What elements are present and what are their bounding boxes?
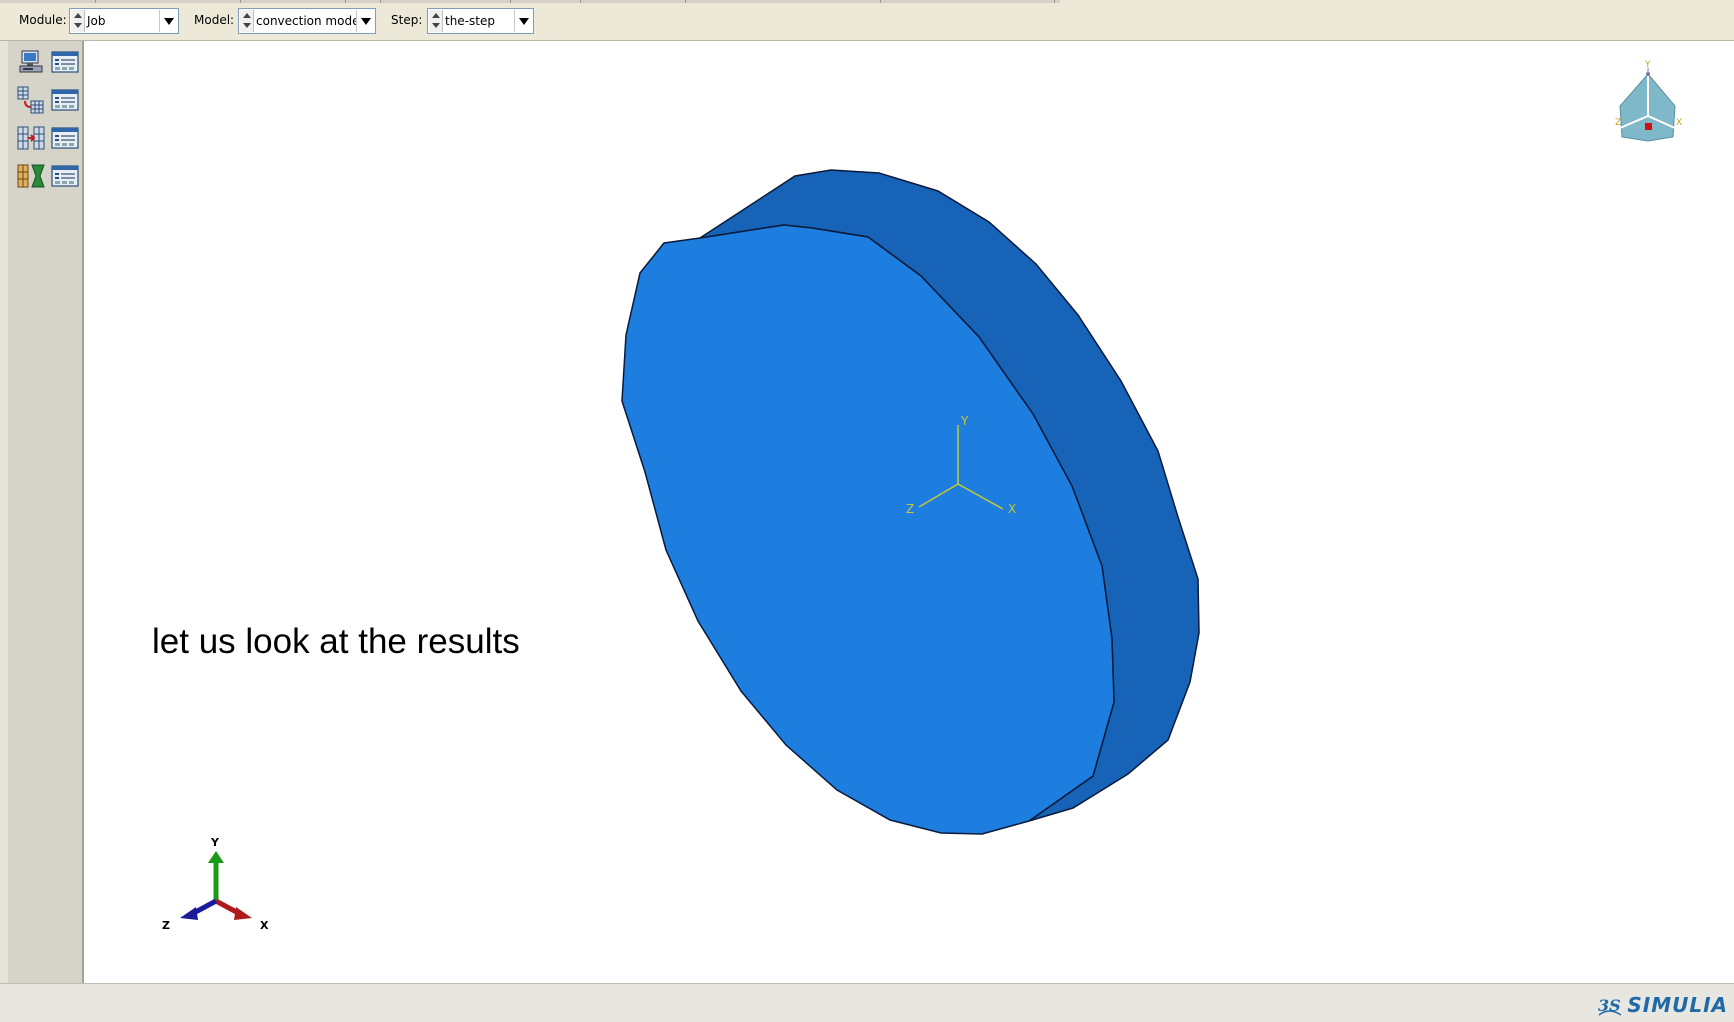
triad-z-label: Z (162, 919, 170, 932)
optimization-create-icon[interactable] (16, 161, 46, 191)
viewcube-x-label: X (1676, 118, 1682, 128)
module-value: Job (87, 14, 106, 28)
model-value: convection model (256, 14, 363, 28)
job-toolbox (8, 41, 84, 983)
adaptivity-create-icon[interactable] (16, 85, 46, 115)
csys-y-label: Y (960, 414, 969, 428)
adaptivity-manager-icon[interactable] (50, 85, 80, 115)
viewport[interactable]: Y X Z Y X Z Y X Z let us look at the res… (84, 41, 1734, 983)
model-label: Model: (194, 13, 235, 27)
model-combo[interactable]: convection model (238, 8, 376, 34)
simulia-logo: 3S SIMULIA (1597, 992, 1728, 1018)
module-spinner[interactable] (71, 10, 85, 32)
step-combo[interactable]: the-step (427, 8, 534, 34)
step-label: Step: (391, 13, 423, 27)
annotation-text: let us look at the results (152, 622, 520, 661)
view-cube-icon[interactable]: Y X Z (1615, 60, 1682, 142)
model-disk[interactable]: Y X Z Y X Z Y X Z (84, 41, 1734, 983)
view-triad-icon: Y X Z (162, 836, 269, 932)
co-execution-manager-icon[interactable] (50, 123, 80, 153)
triad-y-label: Y (210, 836, 220, 849)
chevron-down-icon[interactable] (356, 10, 374, 32)
context-bar: Module: Job Model: convection model Step… (0, 0, 1734, 41)
module-combo[interactable]: Job (69, 8, 179, 34)
job-create-icon[interactable] (16, 47, 46, 77)
triad-x-label: X (260, 919, 269, 932)
step-spinner[interactable] (429, 10, 443, 32)
job-manager-icon[interactable] (50, 47, 80, 77)
viewcube-z-label: Z (1615, 118, 1621, 128)
chevron-down-icon[interactable] (514, 10, 532, 32)
chevron-down-icon[interactable] (159, 10, 177, 32)
ds-logo-icon: 3S (1598, 996, 1622, 1016)
csys-x-label: X (1008, 502, 1016, 516)
optimization-manager-icon[interactable] (50, 161, 80, 191)
toolbar-strip (0, 0, 1060, 3)
co-execution-create-icon[interactable] (16, 123, 46, 153)
model-spinner[interactable] (240, 10, 254, 32)
csys-z-label: Z (906, 502, 914, 516)
module-label: Module: (19, 13, 67, 27)
step-value: the-step (445, 14, 495, 28)
viewcube-y-label: Y (1644, 60, 1651, 70)
brand-name: SIMULIA (1627, 993, 1728, 1017)
status-bar: 3S SIMULIA (0, 983, 1734, 1022)
